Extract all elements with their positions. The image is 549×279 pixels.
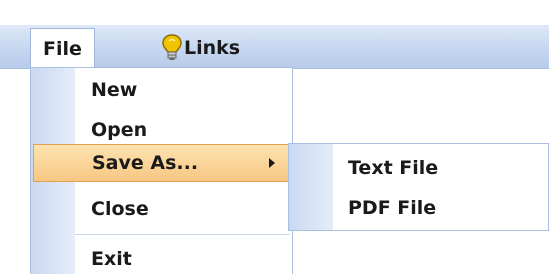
submenu-item-text-file[interactable]: Text File: [289, 148, 548, 188]
menu-file-label: File: [43, 37, 82, 60]
menu-links-label: Links: [184, 37, 241, 59]
submenu-item-text-file-label: Text File: [348, 157, 439, 179]
menu-file[interactable]: File: [30, 28, 95, 68]
lightbulb-icon: [160, 33, 184, 63]
menu-item-new[interactable]: New: [31, 70, 292, 110]
file-dropdown-menu: New Open Save As... Close Exit: [30, 67, 293, 274]
menu-item-exit[interactable]: Exit: [31, 239, 292, 279]
menu-item-save-as[interactable]: Save As...: [33, 144, 290, 182]
submenu-item-pdf-file-label: PDF File: [348, 197, 437, 219]
menu-item-new-label: New: [91, 79, 138, 101]
menu-item-close-label: Close: [91, 198, 149, 220]
submenu-item-pdf-file[interactable]: PDF File: [289, 188, 548, 228]
save-as-submenu: Text File PDF File: [288, 143, 549, 231]
menu-item-exit-label: Exit: [91, 248, 132, 270]
menu-item-close[interactable]: Close: [31, 189, 292, 229]
menu-separator: [75, 234, 290, 235]
menu-item-open-label: Open: [91, 119, 148, 141]
menu-links[interactable]: Links: [160, 28, 240, 68]
submenu-arrow-icon: [269, 158, 275, 168]
menu-item-save-as-label: Save As...: [92, 152, 199, 174]
